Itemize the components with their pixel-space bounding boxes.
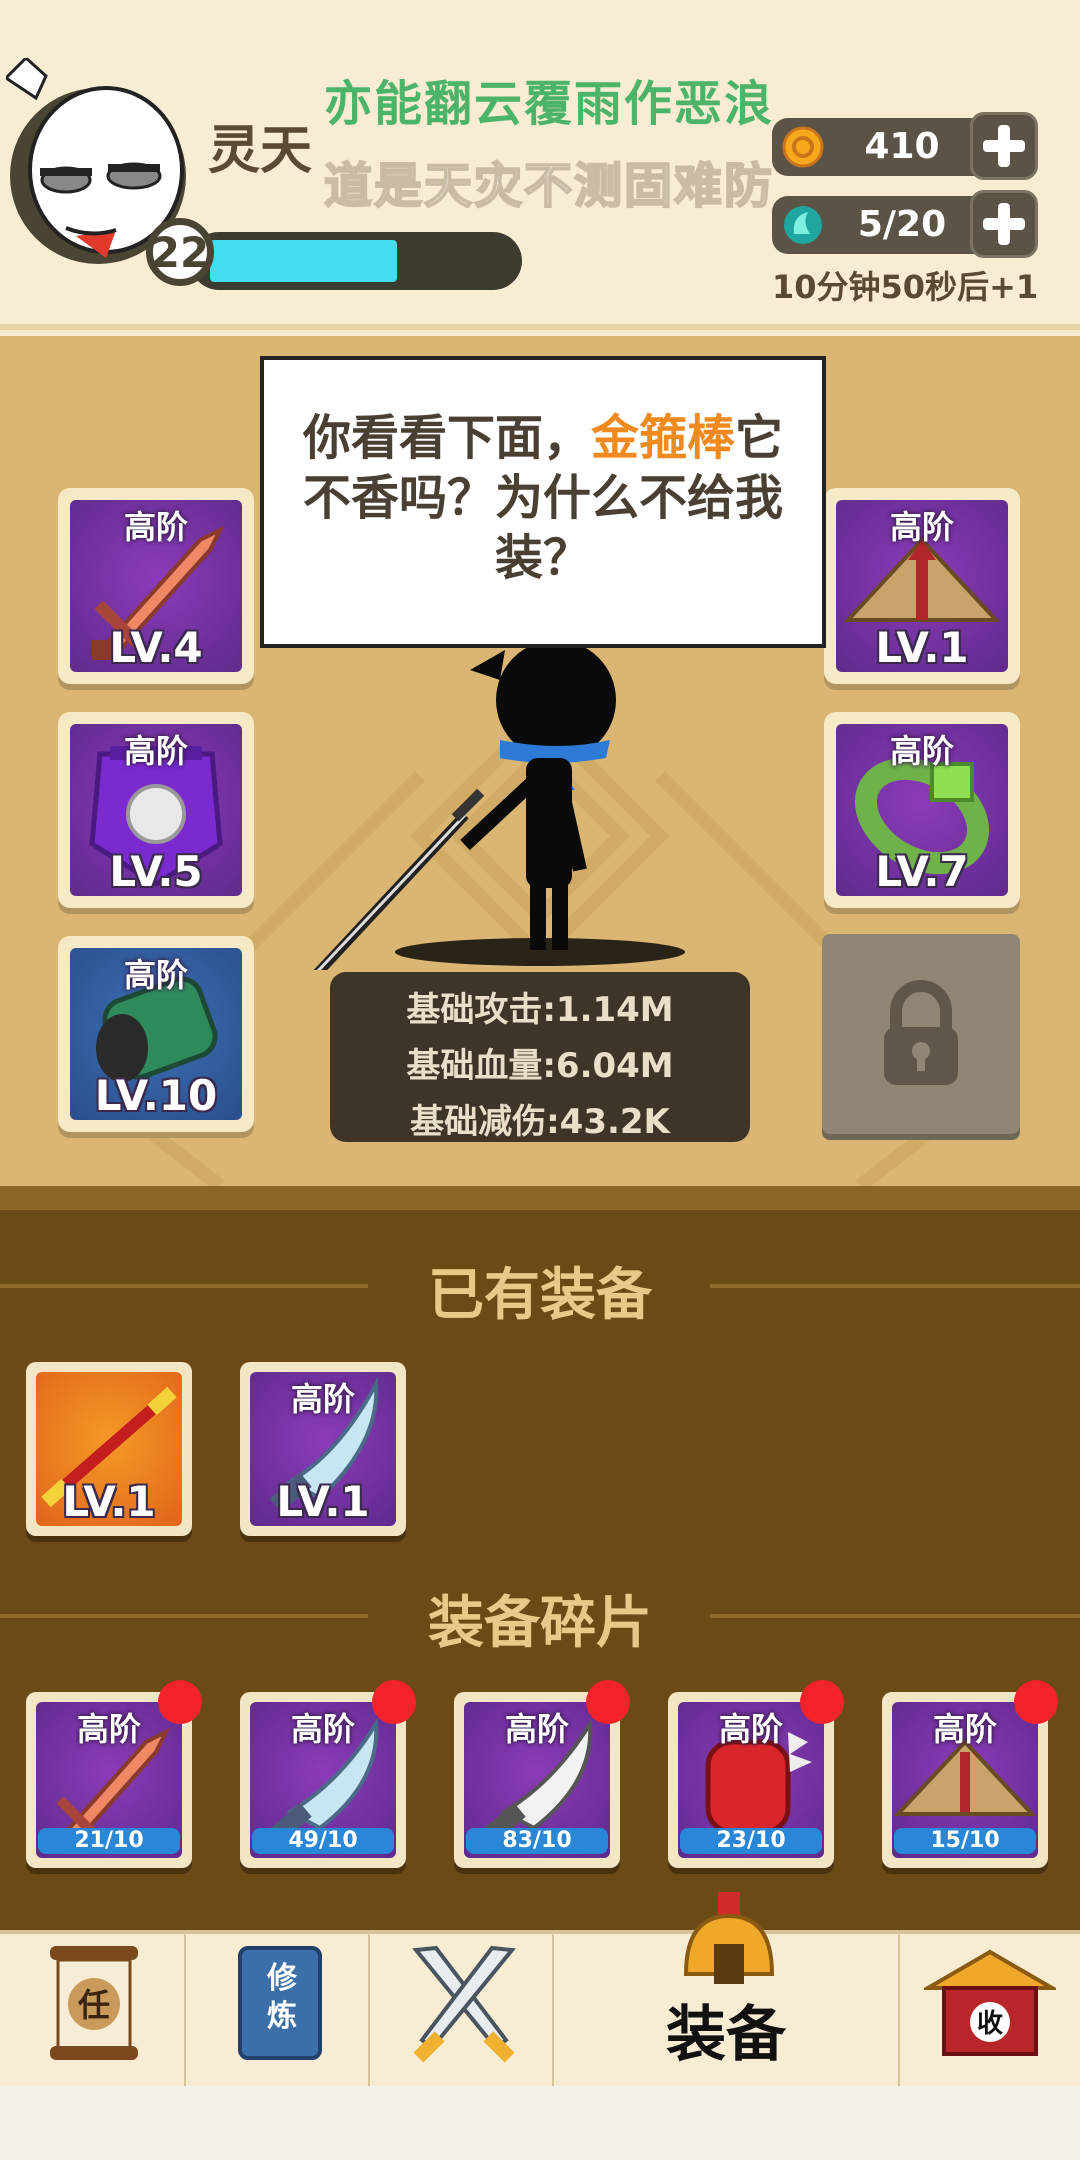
tier-label: 高阶 xyxy=(889,732,954,770)
xp-bar xyxy=(190,232,522,290)
add-coins-button[interactable] xyxy=(970,112,1038,180)
equip-slot-weapon[interactable]: 高阶 LV.4 xyxy=(58,488,254,684)
fragment-item[interactable]: 高阶 49/10 xyxy=(240,1680,416,1868)
equip-slot-locked[interactable] xyxy=(822,934,1020,1134)
tab-cultivate[interactable]: 修 炼 xyxy=(186,1934,370,2086)
top-header: 灵天 亦能翻云覆雨作恶浪 道是天灾不测固难防 22 410 5/20 10分钟5… xyxy=(0,0,1080,330)
plus-icon xyxy=(983,203,1025,245)
energy-drop-icon xyxy=(784,206,822,244)
energy-value: 5/20 xyxy=(857,204,947,245)
stickman-character[interactable] xyxy=(290,640,710,970)
fragment-progress: 21/10 xyxy=(38,1828,180,1854)
stat-reduction: 基础减伤:43.2K xyxy=(410,1102,670,1142)
fragment-item[interactable]: 高阶 83/10 xyxy=(454,1680,630,1868)
notification-dot xyxy=(800,1680,844,1724)
stage-divider xyxy=(0,1186,1080,1210)
tier-label: 高阶 xyxy=(889,508,954,546)
fragment-progress: 83/10 xyxy=(466,1828,608,1854)
tab-shop[interactable]: 收 xyxy=(900,1934,1080,2086)
level-label: LV.7 xyxy=(875,847,969,896)
equip-slot-armor[interactable]: 高阶 LV.5 xyxy=(58,712,254,908)
tab-equipment[interactable]: 装备 xyxy=(554,1892,900,2086)
equip-slot-bracer[interactable]: 高阶 LV.10 xyxy=(58,936,254,1132)
book-icon: 修 炼 xyxy=(238,1946,322,2060)
add-energy-button[interactable] xyxy=(970,190,1038,258)
system-nav-area xyxy=(0,2086,1080,2160)
scroll-icon: 任 xyxy=(50,1946,138,2060)
tier-label: 高阶 xyxy=(290,1380,355,1418)
tier-label: 高阶 xyxy=(123,956,188,994)
lock-icon xyxy=(884,980,958,1085)
task-glyph: 任 xyxy=(78,1986,110,2024)
motto-line-2: 道是天灾不测固难防 xyxy=(323,157,775,215)
fragment-item[interactable]: 高阶 21/10 xyxy=(26,1680,202,1868)
player-name: 灵天 xyxy=(208,121,313,181)
plus-icon xyxy=(983,125,1025,167)
stat-attack: 基础攻击:1.14M xyxy=(406,990,674,1030)
coin-icon xyxy=(782,126,824,168)
tab-tasks[interactable]: 任 xyxy=(0,1934,186,2086)
level-badge: 22 xyxy=(146,218,214,286)
tier-label: 高阶 xyxy=(123,732,188,770)
inventory-panel: 已有装备 LV.1 高阶 LV.1 装备碎片 高阶 21/10 高阶 49/10… xyxy=(0,1210,1080,1930)
notification-dot xyxy=(586,1680,630,1724)
speech-text-before: 你看看下面， xyxy=(302,410,591,466)
fragment-progress: 49/10 xyxy=(252,1828,394,1854)
level-label: LV.1 xyxy=(875,623,969,672)
coin-value: 410 xyxy=(864,126,940,167)
level-label: LV.1 xyxy=(276,1477,370,1526)
fragment-item[interactable]: 高阶 15/10 xyxy=(882,1680,1058,1868)
owned-section-title: 已有装备 xyxy=(428,1263,652,1328)
base-stats-panel: 基础攻击:1.14M 基础血量:6.04M 基础减伤:43.2K xyxy=(330,972,750,1142)
cultivate-glyph-1: 修 xyxy=(266,1961,298,1996)
notification-dot xyxy=(1014,1680,1058,1724)
fragments-section-title: 装备碎片 xyxy=(428,1591,652,1656)
motto-line-1: 亦能翻云覆雨作恶浪 xyxy=(324,76,775,132)
pagoda-icon: 收 xyxy=(924,1949,1056,2056)
energy-regen-timer: 10分钟50秒后+1 xyxy=(772,268,1039,306)
bottom-tab-bar: 任 修 炼 装备 收 xyxy=(0,1892,1080,2086)
owned-item-broadsword[interactable]: 高阶 LV.1 xyxy=(240,1362,406,1536)
level-label: LV.1 xyxy=(62,1477,156,1526)
helmet-icon xyxy=(683,1892,775,1984)
stat-hp: 基础血量:6.04M xyxy=(406,1046,674,1086)
speech-highlight: 金箍棒 xyxy=(590,410,735,466)
cultivate-glyph-2: 炼 xyxy=(267,1999,297,2034)
equip-slot-ring[interactable]: 高阶 LV.7 xyxy=(824,712,1020,908)
crossed-swords-icon xyxy=(412,1945,516,2063)
speech-bubble: 你看看下面，金箍棒它不香吗？为什么不给我装？ xyxy=(260,356,826,648)
tab-battle[interactable] xyxy=(370,1934,554,2086)
owned-item-golden-staff[interactable]: LV.1 xyxy=(26,1362,192,1536)
equip-slot-hat[interactable]: 高阶 LV.1 xyxy=(824,488,1020,684)
tab-equipment-label: 装备 xyxy=(666,2000,786,2070)
notification-dot xyxy=(372,1680,416,1724)
level-label: LV.10 xyxy=(94,1071,218,1120)
shop-glyph: 收 xyxy=(977,2009,1003,2039)
notification-dot xyxy=(158,1680,202,1724)
level-label: LV.5 xyxy=(109,847,203,896)
level-label: LV.4 xyxy=(109,623,203,672)
fragment-progress: 23/10 xyxy=(680,1828,822,1854)
screen: { "player": { "name": "灵天", "level": "22… xyxy=(0,0,1080,2160)
fragment-progress: 15/10 xyxy=(894,1828,1036,1854)
tier-label: 高阶 xyxy=(123,508,188,546)
xp-bar-fill xyxy=(210,240,398,282)
fragment-item[interactable]: 高阶 23/10 xyxy=(668,1680,844,1868)
